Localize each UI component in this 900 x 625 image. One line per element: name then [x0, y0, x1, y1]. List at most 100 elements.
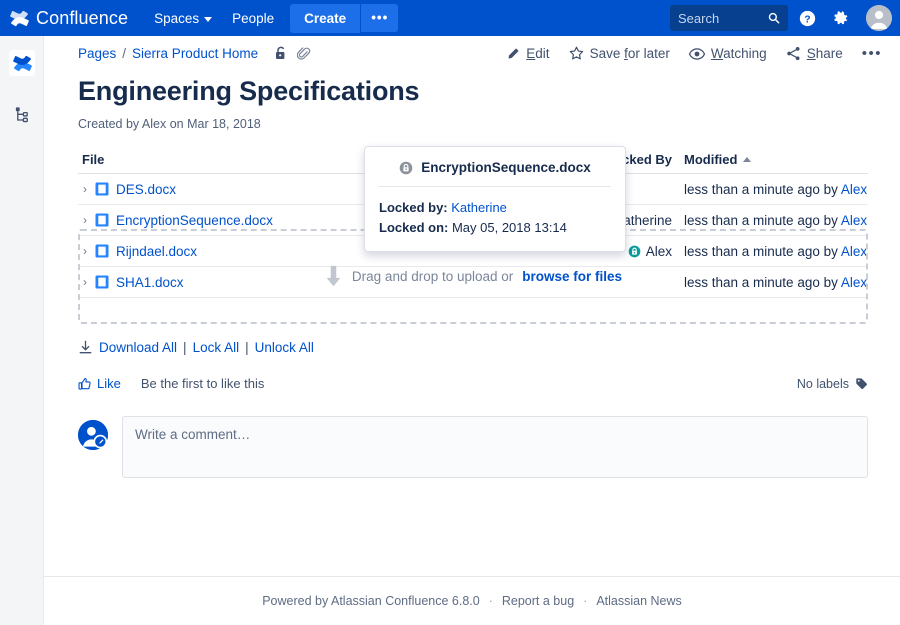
top-nav-right-group: ?: [670, 3, 892, 33]
more-actions-button[interactable]: •••: [862, 46, 882, 61]
header-modified[interactable]: Modified: [678, 152, 868, 167]
footer-dot: ·: [583, 594, 588, 608]
settings-button[interactable]: [826, 3, 856, 33]
confluence-page: Confluence Spaces People Create ••• ?: [0, 0, 900, 625]
footer-dot: ·: [488, 594, 493, 608]
share-action[interactable]: Share: [786, 46, 843, 61]
page-actions: Edit Save for later Watching Share •••: [506, 46, 882, 61]
modified-text: less than a minute ago by: [684, 212, 841, 228]
nav-people[interactable]: People: [222, 5, 284, 32]
lock-all-link[interactable]: Lock All: [193, 340, 240, 355]
modified-by-link[interactable]: Alex: [841, 182, 867, 197]
footer-atlassian-news-link[interactable]: Atlassian News: [596, 594, 681, 608]
breadcrumb-separator: /: [122, 46, 127, 61]
search-icon: [768, 12, 780, 24]
file-name-link[interactable]: DES.docx: [116, 182, 176, 197]
separator-pipe: |: [245, 340, 249, 355]
paperclip-icon[interactable]: [297, 46, 311, 61]
browse-for-files-link[interactable]: browse for files: [522, 269, 622, 284]
nav-spaces[interactable]: Spaces: [144, 5, 222, 32]
gear-icon: [833, 10, 847, 24]
breadcrumb-pages[interactable]: Pages: [78, 46, 116, 61]
comment-input[interactable]: Write a comment…: [122, 416, 868, 478]
top-navigation-bar: Confluence Spaces People Create ••• ?: [0, 0, 900, 36]
download-all-link[interactable]: Download All: [99, 340, 177, 355]
help-button[interactable]: ?: [792, 3, 822, 33]
like-hint: Be the first to like this: [140, 376, 265, 391]
edit-action[interactable]: Edit: [506, 46, 550, 61]
bulk-actions-row: Download All | Lock All | Unlock All: [78, 340, 314, 355]
expand-chevron-icon[interactable]: ›: [78, 213, 92, 227]
ellipsis-icon: •••: [861, 45, 882, 62]
page-content: Pages / Sierra Product Home Edit Save fo…: [44, 36, 900, 576]
help-icon: ?: [799, 10, 815, 26]
comment-avatar: [78, 420, 108, 450]
like-label: Like: [97, 376, 121, 391]
popup-locked-by-user[interactable]: Katherine: [451, 200, 507, 215]
avatar-icon: [866, 5, 892, 31]
separator-pipe: |: [183, 340, 187, 355]
breadcrumb-row: Pages / Sierra Product Home Edit Save fo…: [44, 36, 900, 72]
cell-modified: less than a minute ago by Alex: [678, 213, 868, 228]
tag-icon: [856, 378, 868, 390]
share-icon: [787, 46, 800, 61]
confluence-space-icon: [12, 55, 32, 71]
footer-powered-by: Powered by Atlassian Confluence 6.8.0: [262, 594, 480, 608]
file-lock-popup: EncryptionSequence.docx Locked by: Kathe…: [364, 146, 626, 252]
left-sidebar-rail: [0, 36, 50, 625]
popup-locked-on-line: Locked on: May 05, 2018 13:14: [379, 218, 611, 238]
pencil-icon: [508, 47, 519, 59]
save-for-later-action[interactable]: Save for later: [569, 46, 670, 61]
download-arrow-icon: [326, 265, 341, 286]
modified-by-link[interactable]: Alex: [841, 213, 867, 228]
avatar-with-pencil-icon: [78, 420, 108, 450]
comment-row: Write a comment…: [78, 416, 868, 478]
popup-locked-on-label: Locked on:: [379, 219, 449, 235]
edit-action-label: Edit: [526, 46, 550, 61]
modified-text: less than a minute ago by: [684, 181, 841, 197]
page-footer: Powered by Atlassian Confluence 6.8.0 · …: [44, 576, 900, 625]
unlocked-padlock-icon[interactable]: [274, 46, 288, 61]
share-label: Share: [806, 46, 843, 61]
expand-chevron-icon[interactable]: ›: [78, 182, 92, 196]
page-title: Engineering Specifications: [78, 76, 420, 106]
download-icon[interactable]: [78, 340, 93, 355]
rail-page-tree-button[interactable]: [10, 102, 34, 126]
labels-text: No labels: [796, 376, 849, 391]
brand-title: Confluence: [36, 7, 129, 28]
popup-body: Locked by: Katherine Locked on: May 05, …: [379, 187, 611, 237]
popup-file-name: EncryptionSequence.docx: [421, 160, 591, 175]
popup-locked-on-value: May 05, 2018 13:14: [451, 219, 567, 235]
confluence-brand[interactable]: Confluence: [10, 8, 128, 29]
document-icon: [95, 182, 109, 196]
svg-text:?: ?: [804, 14, 810, 25]
breadcrumb-space[interactable]: Sierra Product Home: [132, 46, 258, 61]
document-icon: [95, 213, 109, 227]
nav-spaces-label: Spaces: [154, 10, 200, 26]
watching-label: Watching: [710, 46, 767, 61]
create-button[interactable]: Create: [290, 3, 361, 33]
save-for-later-label: Save for later: [589, 46, 670, 61]
file-name-link[interactable]: EncryptionSequence.docx: [116, 213, 273, 228]
nav-people-label: People: [232, 10, 275, 26]
popup-locked-by-label: Locked by:: [379, 200, 448, 215]
user-avatar-button[interactable]: [866, 5, 892, 31]
popup-title-row: EncryptionSequence.docx: [379, 160, 611, 187]
thumbs-up-icon: [78, 377, 91, 390]
popup-locked-by-line: Locked by: Katherine: [379, 198, 611, 218]
watching-action[interactable]: Watching: [688, 46, 767, 61]
rail-space-logo[interactable]: [9, 50, 35, 76]
breadcrumb-icons: [274, 46, 311, 61]
dropzone-text: Drag and drop to upload or: [351, 269, 514, 284]
labels-control[interactable]: No labels: [797, 377, 868, 391]
lock-icon-gray: [399, 161, 413, 174]
footer-report-bug-link[interactable]: Report a bug: [502, 594, 574, 608]
unlock-all-link[interactable]: Unlock All: [255, 340, 314, 355]
like-button[interactable]: Like: [78, 376, 121, 391]
breadcrumb: Pages / Sierra Product Home: [78, 46, 311, 61]
eye-icon: [688, 47, 705, 60]
create-more-button[interactable]: •••: [361, 4, 399, 32]
search-box[interactable]: [670, 5, 788, 31]
header-modified-label: Modified: [684, 152, 738, 167]
search-input[interactable]: [678, 10, 765, 26]
